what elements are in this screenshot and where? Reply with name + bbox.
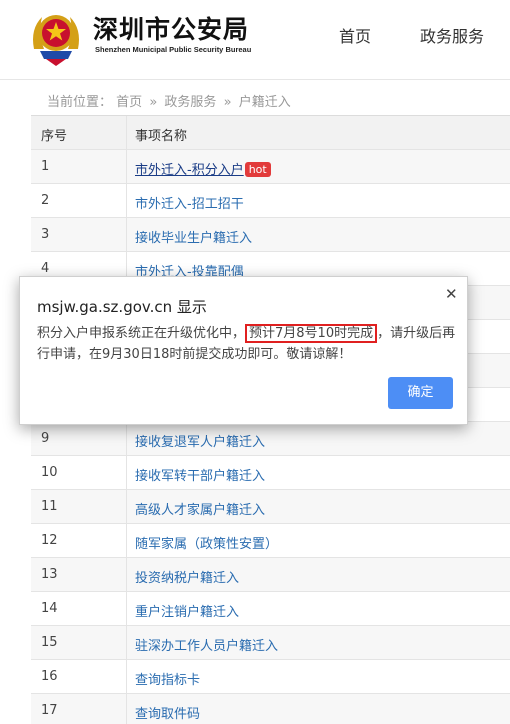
column-header-item-name: 事项名称 bbox=[135, 129, 188, 144]
dialog-message-start: 积分入户申报系统正在升级优化中， bbox=[37, 326, 246, 341]
row-item-name: 投资纳税户籍迁入 bbox=[135, 567, 239, 586]
row-item-name: 市外迁入-招工招干 bbox=[135, 193, 244, 212]
table-row: 12 随军家属（政策性安置） bbox=[31, 524, 510, 558]
police-emblem-icon bbox=[33, 15, 79, 66]
row-number: 3 bbox=[41, 227, 50, 242]
row-item-name: 重户注销户籍迁入 bbox=[135, 601, 239, 620]
row-number: 15 bbox=[41, 635, 58, 650]
item-link[interactable]: 高级人才家属户籍迁入 bbox=[135, 503, 265, 518]
item-link[interactable]: 市外迁入-积分入户 bbox=[135, 163, 244, 178]
breadcrumb-home[interactable]: 首页 bbox=[116, 95, 142, 110]
site-logo-title: 深圳市公安局 bbox=[93, 15, 250, 44]
column-divider bbox=[126, 456, 127, 489]
item-link[interactable]: 重户注销户籍迁入 bbox=[135, 605, 239, 620]
item-link[interactable]: 接收复退军人户籍迁入 bbox=[135, 435, 265, 450]
column-divider bbox=[126, 218, 127, 251]
column-divider bbox=[126, 490, 127, 523]
table-row: 1 市外迁入-积分入户 hot bbox=[31, 150, 510, 184]
table-row: 3 接收毕业生户籍迁入 bbox=[31, 218, 510, 252]
close-icon[interactable]: ✕ bbox=[445, 285, 458, 303]
table-row: 13 投资纳税户籍迁入 bbox=[31, 558, 510, 592]
dialog-message: 积分入户申报系统正在升级优化中， 预计7月8号10时完成 ，请升级后再行申请，在9月… bbox=[37, 323, 457, 365]
item-link[interactable]: 随军家属（政策性安置） bbox=[135, 537, 278, 552]
nav-gov-services[interactable]: 政务服务 bbox=[420, 23, 484, 47]
row-number: 4 bbox=[41, 261, 50, 276]
item-link[interactable]: 查询指标卡 bbox=[135, 673, 200, 688]
column-divider bbox=[126, 116, 127, 149]
row-number: 14 bbox=[41, 601, 58, 616]
hot-badge: hot bbox=[244, 162, 271, 177]
alert-dialog: msjw.ga.sz.gov.cn 显示 ✕ 积分入户申报系统正在升级优化中，预… bbox=[19, 276, 468, 425]
item-link[interactable]: 驻深办工作人员户籍迁入 bbox=[135, 639, 278, 654]
row-number: 13 bbox=[41, 567, 58, 582]
site-logo-subtitle: Shenzhen Municipal Public Security Burea… bbox=[95, 45, 252, 54]
column-header-number: 序号 bbox=[41, 129, 68, 144]
column-divider bbox=[126, 524, 127, 557]
breadcrumb-separator: » bbox=[149, 95, 158, 110]
breadcrumb-separator: » bbox=[223, 95, 232, 110]
dialog-title: msjw.ga.sz.gov.cn 显示 bbox=[37, 298, 207, 316]
breadcrumb-current[interactable]: 户籍迁入 bbox=[239, 95, 291, 110]
item-link[interactable]: 接收军转干部户籍迁入 bbox=[135, 469, 265, 484]
table-header-row: 序号 事项名称 bbox=[31, 116, 510, 150]
row-item-name: 查询取件码 bbox=[135, 703, 200, 722]
column-divider bbox=[126, 660, 127, 693]
breadcrumb: 当前位置： 首页 » 政务服务 » 户籍迁入 bbox=[47, 91, 291, 110]
column-divider bbox=[126, 592, 127, 625]
row-item-name: 查询指标卡 bbox=[135, 669, 200, 688]
row-number: 17 bbox=[41, 703, 58, 718]
row-number: 2 bbox=[41, 193, 50, 208]
row-number: 16 bbox=[41, 669, 58, 684]
highlighted-completion-time: 预计7月8号10时完成 bbox=[245, 324, 378, 343]
column-divider bbox=[126, 184, 127, 217]
table-row: 11 高级人才家属户籍迁入 bbox=[31, 490, 510, 524]
row-number: 10 bbox=[41, 465, 58, 480]
table-row: 16 查询指标卡 bbox=[31, 660, 510, 694]
row-item-name: 驻深办工作人员户籍迁入 bbox=[135, 635, 278, 654]
breadcrumb-gov-services[interactable]: 政务服务 bbox=[164, 95, 216, 110]
row-item-name: 接收军转干部户籍迁入 bbox=[135, 465, 265, 484]
item-link[interactable]: 查询取件码 bbox=[135, 707, 200, 722]
column-divider bbox=[126, 558, 127, 591]
item-link[interactable]: 接收毕业生户籍迁入 bbox=[135, 231, 252, 246]
column-divider bbox=[126, 422, 127, 455]
row-number: 11 bbox=[41, 499, 58, 514]
nav-home[interactable]: 首页 bbox=[339, 23, 371, 47]
table-row: 2 市外迁入-招工招干 bbox=[31, 184, 510, 218]
row-item-name: 随军家属（政策性安置） bbox=[135, 533, 278, 552]
row-number: 9 bbox=[41, 431, 50, 446]
row-number: 12 bbox=[41, 533, 58, 548]
ok-button[interactable]: 确定 bbox=[388, 377, 453, 409]
column-divider bbox=[126, 694, 127, 724]
row-item-name: 接收毕业生户籍迁入 bbox=[135, 227, 252, 246]
column-divider bbox=[126, 626, 127, 659]
table-row: 17 查询取件码 bbox=[31, 694, 510, 724]
row-number: 1 bbox=[41, 159, 50, 174]
breadcrumb-prefix: 当前位置： bbox=[47, 95, 113, 110]
table-row: 9 接收复退军人户籍迁入 bbox=[31, 422, 510, 456]
row-item-name: 高级人才家属户籍迁入 bbox=[135, 499, 265, 518]
row-item-name: 市外迁入-积分入户 hot bbox=[135, 159, 271, 178]
table-row: 15 驻深办工作人员户籍迁入 bbox=[31, 626, 510, 660]
table-row: 10 接收军转干部户籍迁入 bbox=[31, 456, 510, 490]
site-header: 深圳市公安局 Shenzhen Municipal Public Securit… bbox=[0, 0, 510, 80]
table-row: 14 重户注销户籍迁入 bbox=[31, 592, 510, 626]
item-link[interactable]: 投资纳税户籍迁入 bbox=[135, 571, 239, 586]
row-item-name: 接收复退军人户籍迁入 bbox=[135, 431, 265, 450]
column-divider bbox=[126, 150, 127, 183]
item-link[interactable]: 市外迁入-招工招干 bbox=[135, 197, 244, 212]
